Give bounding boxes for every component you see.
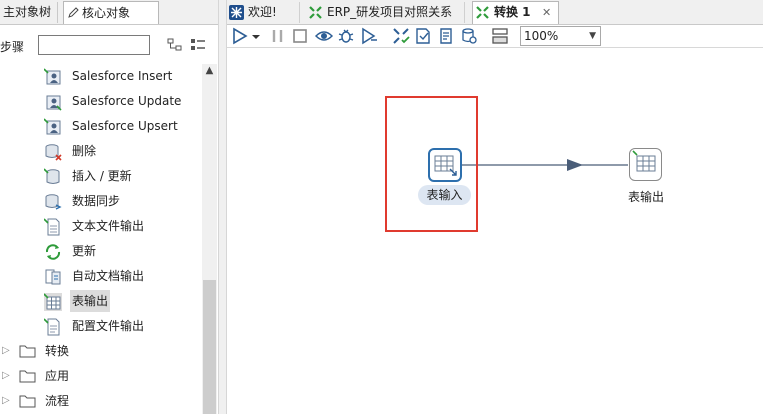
tree-item-label: Salesforce Update: [72, 94, 182, 108]
tab-core-objects[interactable]: 核心对象: [63, 1, 159, 24]
expand-all-icon[interactable]: [167, 38, 183, 52]
replay-icon[interactable]: [360, 27, 378, 45]
hop-arrow-icon: [567, 159, 583, 171]
editor-tabs: 欢迎! ERP_研发项目对照关系 转换 1 ✕: [227, 0, 763, 25]
run-icon[interactable]: [231, 27, 249, 45]
text-file-output-icon: [44, 218, 60, 236]
folder-icon: [19, 345, 36, 358]
pencil-icon: [68, 7, 79, 18]
transformation-icon: [309, 6, 322, 19]
tab-transformation-1[interactable]: 转换 1 ✕: [472, 1, 559, 24]
tab-main-object-tree-label: 主对象树: [3, 5, 52, 19]
salesforce-update-icon: [46, 95, 62, 111]
tree-item-label: 文本文件输出: [72, 219, 145, 233]
left-panel-tabs: 主对象树 核心对象: [0, 0, 218, 25]
show-results-icon[interactable]: [491, 27, 509, 45]
steps-label: 步骤: [0, 40, 25, 54]
tree-item-label: 数据同步: [72, 194, 121, 208]
delete-step-icon: [45, 144, 62, 161]
scroll-up-icon[interactable]: ▲: [204, 66, 215, 76]
tree-item-label: 配置文件输出: [72, 319, 145, 333]
run-dropdown-icon[interactable]: [251, 27, 261, 45]
close-icon[interactable]: ✕: [542, 2, 551, 23]
folder-icon: [19, 395, 36, 408]
sql-script-icon[interactable]: [437, 27, 455, 45]
tab-main-object-tree[interactable]: 主对象树: [0, 2, 59, 23]
folder-label: 流程: [45, 394, 70, 408]
tab-erp-mapping[interactable]: ERP_研发项目对照关系: [306, 2, 465, 23]
preview-eye-icon[interactable]: [315, 27, 333, 45]
chevron-right-icon[interactable]: ▷: [2, 340, 10, 362]
panel-splitter[interactable]: [218, 0, 227, 414]
table-output-icon: [44, 293, 62, 311]
table-output-icon: [632, 150, 656, 172]
insert-update-icon: [44, 168, 60, 184]
collapse-all-icon[interactable]: [190, 38, 206, 52]
zoom-value: 100%: [524, 29, 559, 43]
tab-label: 欢迎!: [248, 5, 277, 19]
welcome-icon: [229, 5, 244, 20]
folder-icon: [19, 370, 36, 383]
explore-db-icon[interactable]: [460, 27, 478, 45]
tree-item-label: 删除: [72, 144, 97, 158]
step-table-input-label[interactable]: 表输入: [418, 185, 471, 205]
salesforce-insert-icon: [44, 68, 61, 85]
tab-label: ERP_研发项目对照关系: [327, 5, 453, 19]
chevron-down-icon: ▼: [589, 31, 596, 41]
hop-connector[interactable]: [227, 48, 763, 414]
editor-area: 欢迎! ERP_研发项目对照关系 转换 1 ✕ 100% ▼ 表输入 表输出: [227, 0, 763, 414]
folder-label: 应用: [45, 369, 70, 383]
tab-welcome[interactable]: 欢迎!: [227, 2, 300, 23]
transformation-icon: [476, 6, 489, 19]
data-sync-icon: [45, 194, 62, 210]
stop-icon[interactable]: [291, 27, 309, 45]
tree-scrollbar[interactable]: ▲: [202, 64, 217, 414]
config-file-output-icon: [44, 318, 60, 336]
step-table-output[interactable]: [629, 148, 662, 181]
scrollbar-thumb[interactable]: [203, 280, 216, 414]
tree-item-label: 插入 / 更新: [72, 169, 132, 183]
update-icon: [45, 244, 61, 260]
left-panel: 主对象树 核心对象 步骤 Salesforce Insert Salesforc…: [0, 0, 218, 414]
step-table-output-label[interactable]: 表输出: [620, 188, 672, 205]
zoom-select[interactable]: 100% ▼: [520, 26, 601, 46]
verify-icon[interactable]: [392, 27, 410, 45]
tree-item-label: 更新: [72, 244, 97, 258]
transformation-toolbar: 100% ▼: [227, 25, 763, 48]
auto-doc-output-icon: [45, 269, 61, 285]
tree-item-label: Salesforce Insert: [72, 69, 173, 83]
core-objects-tree: Salesforce Insert Salesforce Update Sale…: [0, 64, 202, 414]
tab-label: 转换 1: [494, 5, 531, 19]
chevron-right-icon[interactable]: ▷: [2, 365, 10, 387]
tab-core-objects-label: 核心对象: [82, 6, 131, 20]
pause-icon[interactable]: [269, 27, 287, 45]
tree-item-label: 表输出: [70, 290, 111, 312]
salesforce-upsert-icon: [44, 118, 61, 135]
impact-analysis-icon[interactable]: [414, 27, 432, 45]
step-table-input[interactable]: [428, 148, 462, 182]
step-search-bar: 步骤: [0, 32, 218, 58]
chevron-right-icon[interactable]: ▷: [2, 390, 10, 412]
table-input-icon: [434, 155, 457, 176]
folder-label: 转换: [45, 344, 70, 358]
debug-icon[interactable]: [337, 27, 355, 45]
step-search-input[interactable]: [38, 35, 150, 55]
transformation-canvas[interactable]: 表输入 表输出: [227, 48, 763, 414]
tree-item-label: Salesforce Upsert: [72, 119, 178, 133]
tree-item-label: 自动文档输出: [72, 269, 145, 283]
